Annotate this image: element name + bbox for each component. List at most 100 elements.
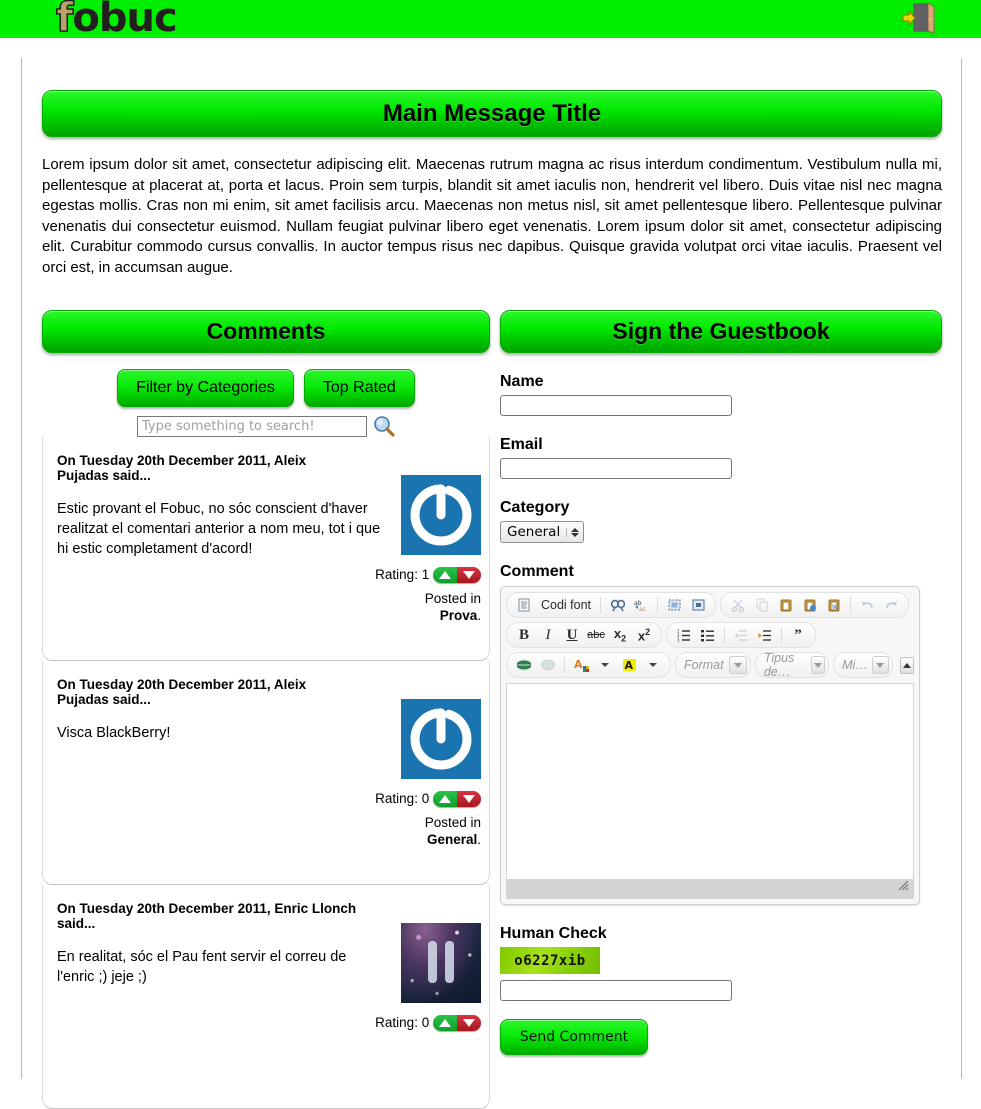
search-input[interactable] <box>137 415 367 437</box>
logo-letter-f: f <box>55 0 74 41</box>
filter-by-categories-button[interactable]: Filter by Categories <box>117 369 294 407</box>
comment-item: On Tuesday 20th December 2011, Aleix Puj… <box>42 437 490 661</box>
page-border-left <box>21 58 22 1079</box>
italic-icon[interactable]: I <box>537 625 559 645</box>
triangle-up-icon <box>439 1019 451 1027</box>
posted-in-category[interactable]: Prova <box>440 608 478 623</box>
collapse-toolbar-icon[interactable] <box>900 656 914 674</box>
logo-text: obuc <box>72 0 177 41</box>
comments-search-row <box>42 415 490 437</box>
chevron-down-icon <box>871 656 890 674</box>
find-icon[interactable] <box>606 595 628 615</box>
editor-group-clipboard: W <box>720 592 910 618</box>
category-select[interactable]: General <box>500 521 585 543</box>
editor-toolbar-row-3: A A Format Tipus de… Mi… <box>504 650 916 680</box>
resize-grip-icon[interactable] <box>895 877 909 896</box>
bulleted-list-icon[interactable] <box>697 625 719 645</box>
human-check-label: Human Check <box>500 925 607 942</box>
subscript-icon[interactable]: x2 <box>609 625 631 645</box>
rating-box: Rating: 1 Posted in Prova. <box>361 565 481 624</box>
superscript-icon[interactable]: x2 <box>633 625 655 645</box>
email-label: Email <box>500 436 543 453</box>
posted-in-category[interactable]: General <box>427 832 477 847</box>
comment-item: On Tuesday 20th December 2011, Enric Llo… <box>42 885 490 1109</box>
size-select[interactable]: Mi… <box>833 652 894 678</box>
source-icon[interactable] <box>513 595 535 615</box>
chevron-down-icon[interactable] <box>594 655 616 675</box>
rating-controls[interactable] <box>433 1015 481 1031</box>
format-select[interactable]: Format <box>675 652 751 678</box>
rate-up-button[interactable] <box>433 791 457 807</box>
rating-controls[interactable] <box>433 791 481 807</box>
font-select-value: Tipus de… <box>763 651 795 679</box>
email-input[interactable] <box>500 458 732 479</box>
posted-in-label: Posted in <box>424 591 481 606</box>
name-input[interactable] <box>500 395 732 416</box>
site-logo[interactable]: fobuc <box>55 0 177 41</box>
rate-down-button[interactable] <box>457 791 481 807</box>
select-all-icon[interactable] <box>663 595 685 615</box>
chevron-down-icon[interactable] <box>642 655 664 675</box>
text-color-icon[interactable]: A <box>570 655 592 675</box>
top-rated-button[interactable]: Top Rated <box>303 369 415 407</box>
toolbar-separator <box>781 627 782 643</box>
captcha-input[interactable] <box>500 980 732 1001</box>
paste-text-icon[interactable] <box>799 595 821 615</box>
replace-icon[interactable]: ab ac <box>630 595 652 615</box>
font-select[interactable]: Tipus de… <box>754 651 830 679</box>
send-comment-button[interactable]: Send Comment <box>500 1019 648 1055</box>
category-label: Category <box>500 499 570 516</box>
rating-controls[interactable] <box>433 567 481 583</box>
posted-in: Posted in Prova. <box>424 591 481 623</box>
paste-word-icon[interactable]: W <box>823 595 845 615</box>
comments-title: Comments <box>42 310 490 353</box>
numbered-list-icon[interactable]: 123 <box>673 625 695 645</box>
rating-value: 1 <box>421 567 430 582</box>
comment-text: Estic provant el Fobuc, no sóc conscient… <box>57 501 381 557</box>
blockquote-icon[interactable]: ” <box>787 625 809 645</box>
page-border-right <box>961 58 962 1079</box>
outdent-icon[interactable] <box>730 625 752 645</box>
comment-header: On Tuesday 20th December 2011, Enric Llo… <box>57 901 357 931</box>
unlink-icon[interactable] <box>537 655 559 675</box>
redo-icon[interactable] <box>880 595 902 615</box>
svg-text:ac: ac <box>639 606 646 612</box>
copy-icon[interactable] <box>751 595 773 615</box>
page-container: Main Message Title Lorem ipsum dolor sit… <box>0 38 981 1109</box>
cut-icon[interactable] <box>727 595 749 615</box>
toolbar-separator <box>564 657 565 673</box>
source-label[interactable]: Codi font <box>537 595 595 615</box>
triangle-up-icon <box>439 571 451 579</box>
rate-down-button[interactable] <box>457 1015 481 1031</box>
comment-text: En realitat, sóc el Pau fent servir el c… <box>57 949 347 985</box>
comments-filter-row: Filter by Categories Top Rated <box>42 369 490 407</box>
rating-box: Rating: 0 Posted in General. <box>361 789 481 848</box>
rate-up-button[interactable] <box>433 1015 457 1031</box>
editor-footer <box>506 879 914 899</box>
link-icon[interactable] <box>513 655 535 675</box>
indent-icon[interactable] <box>754 625 776 645</box>
rate-down-button[interactable] <box>457 567 481 583</box>
avatar <box>401 699 481 779</box>
editor-content-area[interactable] <box>506 683 914 879</box>
main-message-title: Main Message Title <box>42 90 942 137</box>
comment-header: On Tuesday 20th December 2011, Aleix Puj… <box>57 453 307 483</box>
underline-icon[interactable]: U <box>561 625 583 645</box>
rating-label: Rating: <box>375 791 418 806</box>
toolbar-separator <box>850 597 852 613</box>
toolbar-separator <box>600 597 602 613</box>
comment-text: Visca BlackBerry! <box>57 725 171 741</box>
show-blocks-icon[interactable] <box>687 595 709 615</box>
posted-in-label: Posted in <box>424 815 481 830</box>
strikethrough-icon[interactable]: abc <box>585 625 607 645</box>
bold-icon[interactable]: B <box>513 625 535 645</box>
paste-icon[interactable] <box>775 595 797 615</box>
undo-icon[interactable] <box>856 595 878 615</box>
comment-header: On Tuesday 20th December 2011, Aleix Puj… <box>57 677 307 707</box>
rating-label: Rating: <box>375 567 418 582</box>
magnifier-icon[interactable] <box>373 415 395 437</box>
rate-up-button[interactable] <box>433 567 457 583</box>
editor-toolbar-row-2: B I U abc x2 x2 123 ” <box>504 620 916 650</box>
exit-door-icon[interactable] <box>901 2 935 34</box>
background-color-icon[interactable]: A <box>618 655 640 675</box>
